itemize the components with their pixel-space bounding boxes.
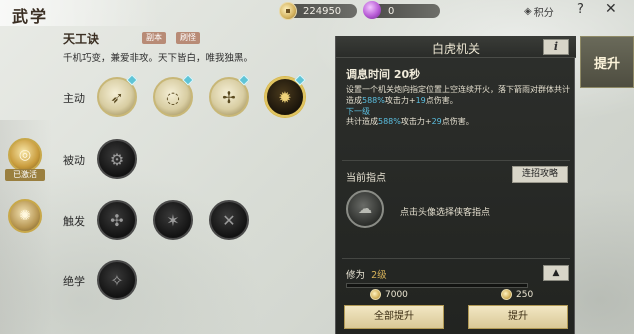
cultivation-level: 修为 2级 (346, 270, 387, 281)
skill-detail-panel: 白虎机关 i 调息时间 20秒 设置一个机关炮向指定位置上空连续开火，落下箭雨对… (335, 36, 576, 334)
skill-active-1[interactable]: ➶ (97, 74, 138, 117)
whirlwind-icon: ◌ (166, 87, 180, 107)
upgrade-button[interactable]: 提升 (468, 305, 568, 329)
divider (342, 258, 570, 259)
skill-active-4-selected[interactable]: ✹ (265, 74, 306, 117)
arrow-up-icon: ▲ (552, 268, 560, 278)
scroll-icon: ◎ (18, 147, 32, 163)
guide-label: 当前指点 (346, 173, 386, 184)
gold-cost: 7000 (370, 289, 408, 300)
secondary-cost: 250 (501, 289, 533, 300)
upgrade-tab[interactable]: 提升 (580, 36, 634, 88)
row-label-passive: 被动 (63, 154, 85, 167)
skill-trigger-3[interactable]: ✕ (209, 200, 249, 240)
coin-icon (370, 289, 381, 300)
coin-icon (501, 289, 512, 300)
points-icon: ◈ (524, 6, 532, 17)
gold-amount: 224950 (303, 5, 342, 17)
cooldown-text: 调息时间 20秒 (346, 68, 421, 81)
arrow-icon: ➶ (110, 87, 124, 107)
tag-grind: 刷怪 (176, 32, 200, 44)
info-button[interactable]: i (543, 39, 569, 55)
divider (342, 160, 570, 161)
school-description: 千机巧变，兼爱非攻。天下皆白，唯我独黑。 (63, 53, 254, 64)
panel-title: 白虎机关 (431, 42, 480, 56)
points-button[interactable]: ◈ 积分 (524, 4, 554, 19)
next-level-description: 共计造成588%攻击力+29点伤害。 (346, 117, 474, 126)
skill-trigger-2[interactable]: ✶ (153, 200, 193, 240)
level-up-arrow-button[interactable]: ▲ (543, 265, 569, 281)
gem-amount: 0 (388, 5, 395, 17)
gold-cost-value: 7000 (385, 289, 408, 300)
gear-icon: ✣ (110, 210, 124, 230)
tag-dungeon: 副本 (142, 32, 166, 44)
skill-active-3[interactable]: ✢ (209, 74, 250, 117)
mentor-avatar[interactable]: ☁ (346, 190, 384, 228)
coin-icon (279, 2, 297, 20)
gem-icon (363, 1, 381, 19)
mechanism-icon: ✶ (166, 210, 180, 230)
mentor-portrait-icon: ☁ (358, 201, 372, 217)
school-name: 天工诀 (63, 32, 100, 46)
row-label-ultimate: 绝学 (63, 275, 85, 288)
category-badge-second[interactable]: ✺ (8, 199, 42, 233)
help-button[interactable]: ? (577, 2, 584, 17)
crossbow-icon: ✢ (222, 87, 236, 107)
gold-currency: 224950 (279, 2, 357, 20)
combo-guide-button[interactable]: 连招攻略 (512, 166, 568, 183)
upgrade-all-button[interactable]: 全部提升 (344, 305, 444, 329)
swirl-icon: ✺ (19, 208, 31, 224)
secondary-cost-value: 250 (516, 289, 534, 300)
category-badge-activated[interactable]: ◎ (8, 138, 42, 172)
skill-trigger-1[interactable]: ✣ (97, 200, 137, 240)
guide-hint: 点击头像选择侠客指点 (400, 208, 491, 218)
points-label: 积分 (533, 8, 554, 19)
tiger-icon: ✹ (278, 87, 292, 107)
skill-passive-1[interactable]: ⚙ (97, 139, 137, 179)
skill-active-2[interactable]: ◌ (153, 74, 194, 117)
skill-description: 设置一个机关炮向指定位置上空连续开火，落下箭雨对群体共计造成588%攻击力+19… (346, 85, 570, 105)
blade-icon: ⚙ (109, 149, 125, 169)
gem-currency: 0 (363, 1, 440, 19)
page-title: 武学 (12, 7, 49, 26)
cannon-icon: ✧ (110, 270, 124, 290)
row-label-trigger: 触发 (63, 215, 85, 228)
row-label-active: 主动 (63, 92, 85, 105)
skill-ultimate-1[interactable]: ✧ (97, 260, 137, 300)
cultivation-progress (346, 283, 528, 288)
close-button[interactable]: ✕ (605, 1, 617, 17)
crossbow-icon: ✕ (222, 210, 236, 230)
activated-label: 已激活 (5, 169, 45, 181)
